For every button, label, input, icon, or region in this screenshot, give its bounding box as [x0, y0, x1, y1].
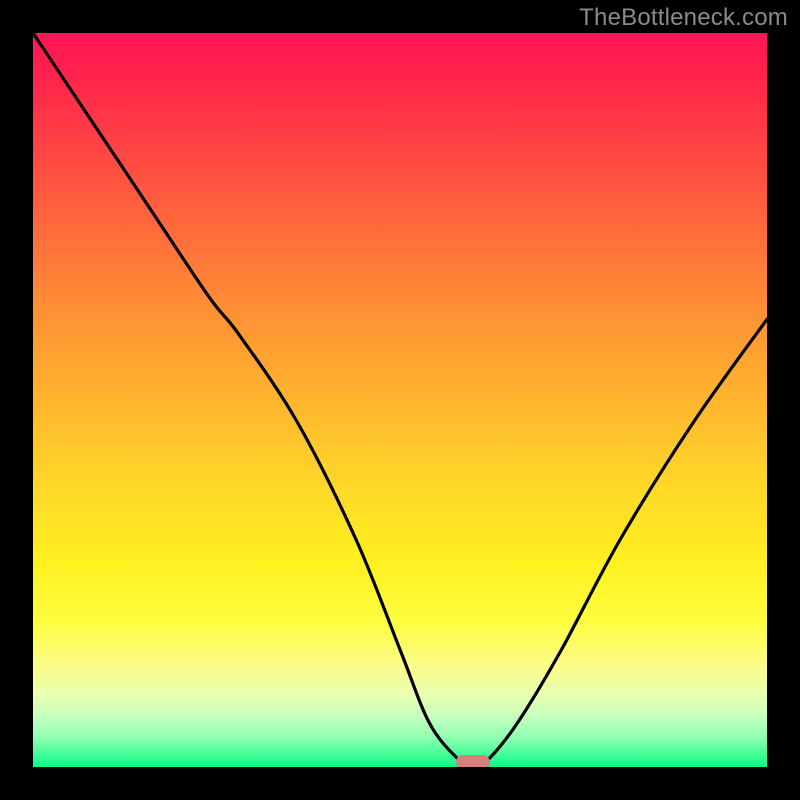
curve-path	[33, 33, 767, 767]
watermark-text: TheBottleneck.com	[579, 4, 788, 32]
optimum-marker	[456, 755, 490, 767]
chart-frame: TheBottleneck.com	[0, 0, 800, 800]
plot-area	[33, 33, 767, 767]
bottleneck-curve	[33, 33, 767, 767]
